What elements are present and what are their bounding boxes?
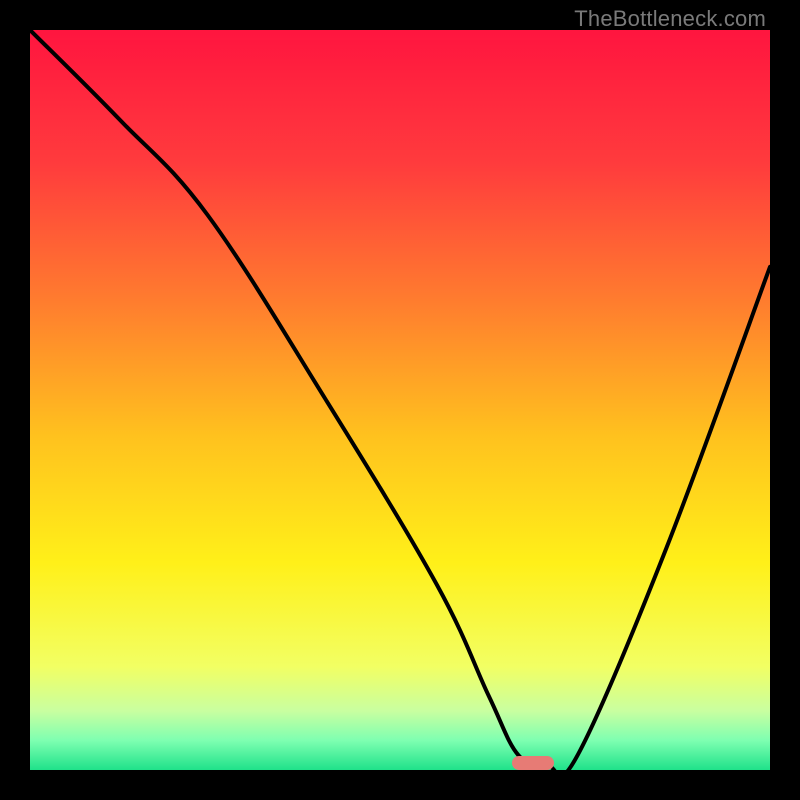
watermark-text: TheBottleneck.com [574,6,766,32]
chart-frame: TheBottleneck.com [0,0,800,800]
bottleneck-curve [30,30,770,770]
optimal-marker [512,756,554,770]
plot-area [30,30,770,770]
